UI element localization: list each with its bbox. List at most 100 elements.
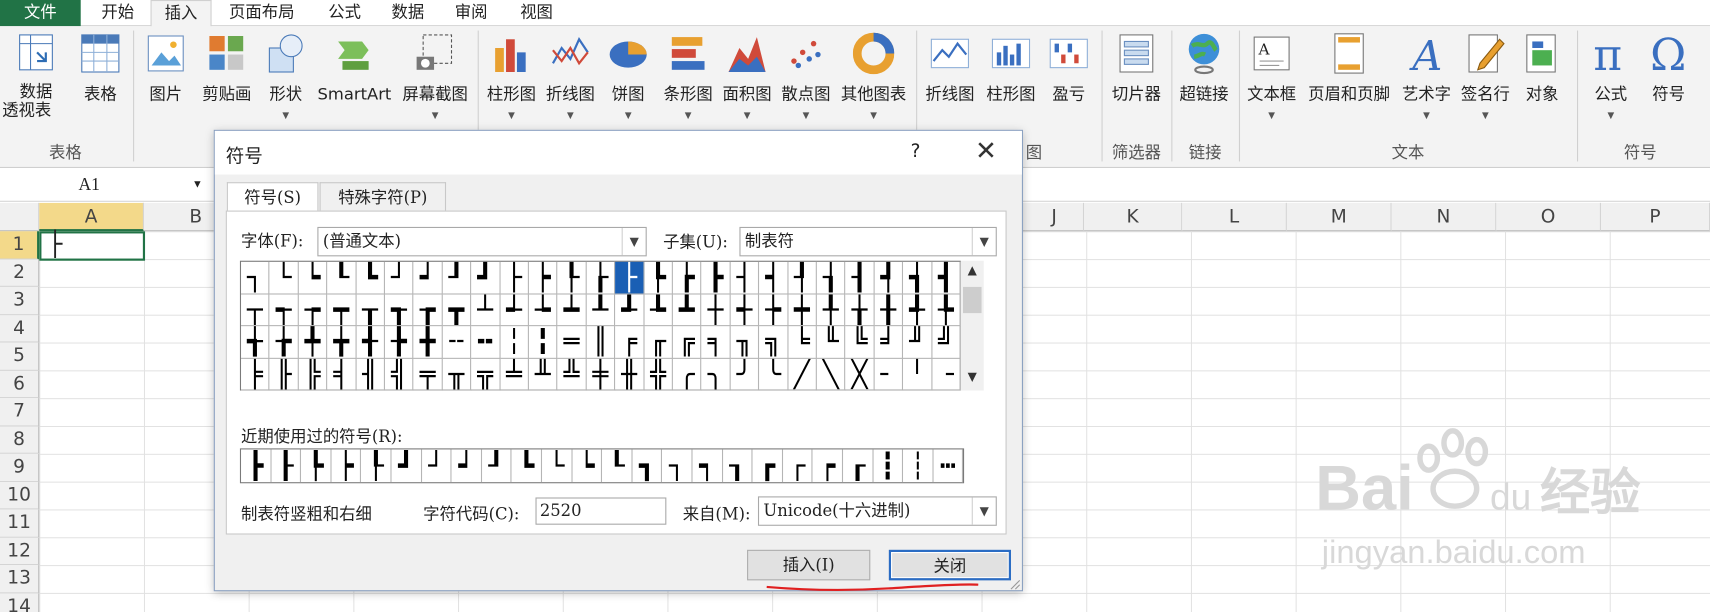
symbol-cell[interactable]: ┷ [557,293,587,327]
row-header[interactable]: 2 [0,259,40,287]
from-select[interactable]: Unicode(十六进制) ▼ [757,496,997,526]
symbol-cell[interactable]: ╄ [932,293,961,327]
row-header[interactable]: 4 [0,314,40,343]
symbol-cell[interactable]: ═ [557,326,587,359]
symbol-button[interactable]: Ω 符号 [1642,31,1694,104]
symbol-cell[interactable]: ╥ [442,358,472,391]
recent-symbol-cell[interactable]: ┅ [933,449,964,483]
insert-button[interactable]: 插入(I) [747,549,871,581]
symbol-cell[interactable]: ╨ [528,358,558,391]
tab-special-characters[interactable]: 特殊字符(P) [319,182,447,211]
resize-grip-icon[interactable] [1009,578,1022,591]
symbol-cell[interactable]: ╧ [500,358,529,391]
row-header[interactable]: 13 [0,565,40,593]
symbol-cell[interactable]: ┴ [471,293,501,327]
wordart-button[interactable]: A 艺术字 ▼ [1398,31,1455,125]
symbol-cell[interactable]: ╜ [903,326,933,359]
recent-symbol-cell[interactable]: ┑ [693,449,723,483]
equation-button[interactable]: π 公式 ▼ [1584,31,1639,125]
symbol-cell[interactable]: ╪ [586,358,616,391]
recent-symbol-cell[interactable]: ┗ [512,449,543,483]
symbol-cell[interactable]: ┙ [413,261,443,295]
column-header-m[interactable]: M [1286,202,1392,232]
symbol-cell[interactable]: ╣ [384,358,414,391]
recent-symbol-cell[interactable]: ┕ [572,449,603,483]
symbol-cell[interactable]: ┼ [701,293,731,327]
subset-select[interactable]: 制表符 ▼ [739,226,997,257]
chevron-down-icon[interactable]: ▼ [621,227,646,256]
pivot-table-button[interactable]: 数据 透视表 [2,31,70,120]
symbol-cell[interactable]: ┪ [903,261,933,295]
picture-button[interactable]: 图片 [140,31,192,104]
chevron-down-icon[interactable]: ▼ [971,227,996,256]
symbol-cell[interactable]: ┣ [701,261,731,295]
symbol-cell[interactable]: ╊ [384,326,414,359]
symbol-cell[interactable]: ┩ [874,261,904,295]
font-select[interactable]: (普通文本) ▼ [317,226,647,257]
symbol-cell[interactable]: ╶ [932,358,961,391]
char-code-input[interactable]: 2520 [535,497,667,525]
symbol-cell[interactable]: ┛ [471,261,501,295]
row-header[interactable]: 3 [0,286,40,315]
tab-formulas[interactable]: 公式 [316,0,373,26]
recent-symbol-cell[interactable]: ┐ [662,449,693,483]
symbol-cell[interactable]: ┻ [672,293,702,327]
slicer-button[interactable]: 切片器 [1106,31,1167,104]
symbol-cell[interactable]: ╃ [903,293,933,327]
symbol-cell[interactable]: ╞ [241,358,270,391]
symbol-cell[interactable]: ├ [500,261,529,295]
symbol-scrollbar[interactable]: ▲ ▼ [960,260,984,391]
symbol-cell[interactable]: ╂ [874,293,904,327]
symbol-cell[interactable]: ╡ [327,358,357,391]
row-header[interactable]: 10 [0,481,40,510]
recent-symbol-cell[interactable]: ┏ [753,449,783,483]
name-box[interactable]: A1 ▼ [0,172,207,198]
row-header[interactable]: 1 [0,231,40,260]
symbol-cell[interactable]: ╒ [615,326,645,359]
chevron-down-icon[interactable]: ▼ [971,497,996,525]
clipart-button[interactable]: 剪贴画 [196,31,257,104]
recent-symbol-cell[interactable]: ┇ [873,449,904,483]
symbol-cell[interactable]: ╮ [701,358,731,391]
recent-symbol-cell[interactable]: ┒ [723,449,753,483]
symbol-cell[interactable]: ╖ [730,326,760,359]
symbol-cell[interactable]: ╗ [759,326,789,359]
symbol-cell[interactable]: ┽ [730,293,760,327]
symbol-cell[interactable]: ┳ [442,293,472,327]
symbol-grid[interactable]: ┐ └ ┕ ┖ ┗ ┘ ┙ ┚ ┛ ├ ┝ ┞ ┟ ├ ┡ ┢ ┣ ┤ ┥ ┦ ┧ ┨ ┩ ┪ ┫ ┬ ┭ ┮ ┯ ┰ ┱ ┲ ┳ ┴ ┵ ┶ ┷ ┸ ┹ ┺… [239,260,961,391]
recent-symbol-cell[interactable]: ┛ [392,449,422,483]
line-chart-button[interactable]: 折线图 ▼ [541,31,600,125]
symbol-cell[interactable]: ╅ [241,326,270,359]
row-header[interactable]: 6 [0,370,40,399]
symbol-cell[interactable]: ├ [615,261,645,295]
recent-symbol-cell[interactable]: ┝ [331,449,362,483]
recent-symbol-cell[interactable]: ┍ [813,449,844,483]
symbol-cell[interactable]: ╉ [356,326,385,359]
row-header[interactable]: 8 [0,425,40,454]
sparkline-line-button[interactable]: 折线图 [920,31,979,104]
symbol-cell[interactable]: ╢ [356,358,385,391]
recent-symbol-cell[interactable]: ┌ [783,449,813,483]
symbol-cell[interactable]: ╕ [701,326,731,359]
symbol-cell[interactable]: ┞ [557,261,587,295]
symbol-cell[interactable]: ┐ [241,261,270,295]
row-header[interactable]: 7 [0,398,40,426]
recent-symbol-cell[interactable]: ┓ [632,449,663,483]
symbol-cell[interactable]: ┕ [298,261,328,295]
symbol-cell[interactable]: ╀ [816,293,846,327]
column-header-p[interactable]: P [1601,202,1710,232]
tab-symbols[interactable]: 符号(S) [226,182,319,213]
sparkline-column-button[interactable]: 柱形图 [982,31,1041,104]
column-header-j[interactable]: J [1025,202,1085,232]
tab-review[interactable]: 审阅 [443,0,500,26]
symbol-cell[interactable]: ╟ [269,358,299,391]
column-header-a[interactable]: A [39,202,144,232]
recent-symbol-cell[interactable]: ┡ [301,449,332,483]
symbol-cell[interactable]: ╴ [874,358,904,391]
symbol-cell[interactable]: ╘ [788,326,817,359]
chevron-down-icon[interactable]: ▼ [192,172,203,198]
symbol-cell[interactable]: ╦ [471,358,501,391]
shapes-button[interactable]: 形状 ▼ [260,31,312,125]
row-header[interactable]: 11 [0,509,40,538]
object-button[interactable]: 对象 [1516,31,1568,104]
